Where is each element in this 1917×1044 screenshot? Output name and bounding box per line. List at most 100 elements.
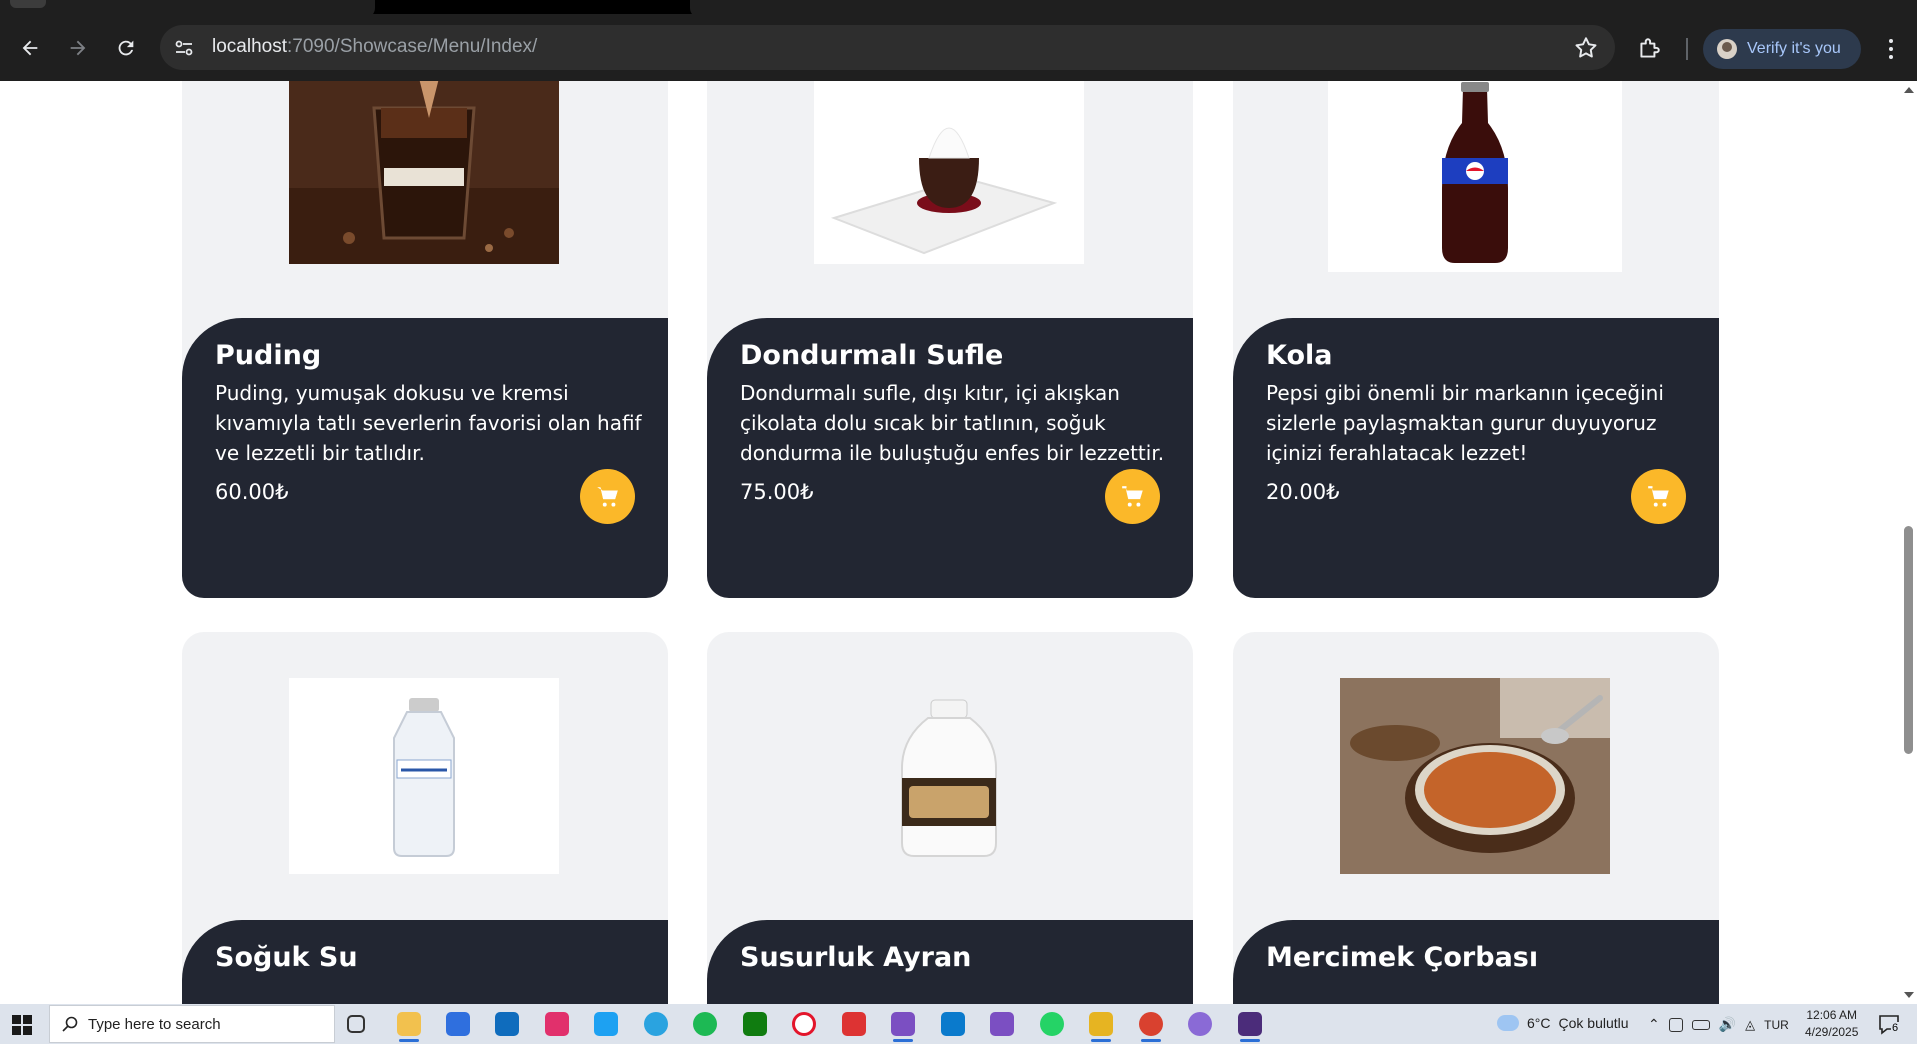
product-description: Puding, yumuşak dokusu ve kremsi kıvamıy… xyxy=(215,381,642,465)
page-scrollbar[interactable] xyxy=(1900,81,1917,1004)
product-card-body: Dondurmalı Sufle Dondurmalı sufle, dışı … xyxy=(707,318,1193,598)
notification-count: 6 xyxy=(1891,1022,1900,1034)
weather-temp: 6°C xyxy=(1527,1015,1551,1031)
windows-start-icon[interactable] xyxy=(12,1015,32,1035)
scrollbar-thumb[interactable] xyxy=(1904,526,1913,754)
network-icon[interactable]: ◬ xyxy=(1745,1017,1755,1033)
product-image xyxy=(289,81,559,264)
product-image xyxy=(1340,678,1610,874)
product-image xyxy=(1328,81,1622,272)
scroll-down-arrow-icon[interactable] xyxy=(1904,992,1914,998)
url-host: localhost xyxy=(212,36,287,57)
browser-menu-kebab-icon[interactable] xyxy=(1878,36,1904,62)
product-card: Mercimek Çorbası xyxy=(1233,632,1719,1004)
windows-taskbar: Type here to search 6°C Çok bulutlu ⌃ 🔊 … xyxy=(0,1004,1917,1044)
tab-favicon xyxy=(10,0,46,8)
add-to-cart-button[interactable] xyxy=(1631,469,1686,524)
file-explorer-icon[interactable] xyxy=(397,1012,421,1042)
taskbar-clock[interactable]: 12:06 AM 4/29/2025 xyxy=(1805,1007,1858,1041)
toolbar-separator xyxy=(1686,38,1688,60)
forward-arrow-icon xyxy=(70,40,86,56)
weather-widget[interactable]: 6°C Çok bulutlu xyxy=(1497,1015,1629,1031)
search-icon xyxy=(62,1016,78,1032)
product-card: Kola Pepsi gibi önemli bir markanın içec… xyxy=(1233,81,1719,598)
forward-button[interactable] xyxy=(63,33,93,63)
system-tray: ⌃ 🔊 ◬ TUR xyxy=(1648,1016,1789,1033)
product-image xyxy=(814,678,1084,874)
add-to-cart-button[interactable] xyxy=(580,469,635,524)
tab-strip xyxy=(0,0,1917,18)
volume-icon[interactable]: 🔊 xyxy=(1719,1016,1736,1033)
taskbar-search-box[interactable]: Type here to search xyxy=(49,1005,335,1043)
pepsi-glass-bottle-image xyxy=(1328,81,1622,272)
chrome-icon[interactable] xyxy=(1139,1012,1163,1042)
search-placeholder: Type here to search xyxy=(88,1015,221,1033)
address-bar[interactable]: localhost:7090/Showcase/Menu/Index/ xyxy=(160,25,1615,70)
clock-time: 12:06 AM xyxy=(1806,1008,1858,1022)
twitter-icon[interactable] xyxy=(594,1012,618,1036)
souffle-with-ice-cream-image xyxy=(814,81,1084,264)
product-description: Pepsi gibi önemli bir markanın içeceğini… xyxy=(1266,381,1664,465)
add-to-cart-button[interactable] xyxy=(1105,469,1160,524)
scroll-up-arrow-icon[interactable] xyxy=(1904,87,1914,93)
task-view-icon[interactable] xyxy=(347,1015,365,1033)
product-card-body: Susurluk Ayran xyxy=(707,920,1193,1004)
reload-button[interactable] xyxy=(111,33,141,63)
back-arrow-icon xyxy=(22,40,38,56)
visual-studio-preview-icon[interactable] xyxy=(990,1012,1014,1036)
extensions-puzzle-icon[interactable] xyxy=(1636,36,1662,62)
verify-profile-button[interactable]: Verify it's you xyxy=(1703,29,1861,69)
tray-app-icon[interactable] xyxy=(1668,1017,1683,1032)
chocolate-pudding-cup-image xyxy=(289,81,559,264)
product-card: Puding Puding, yumuşak dokusu ve kremsi … xyxy=(182,81,668,598)
cart-icon xyxy=(1647,485,1669,507)
product-card: Dondurmalı Sufle Dondurmalı sufle, dışı … xyxy=(707,81,1193,598)
product-card-body: Mercimek Çorbası xyxy=(1233,920,1719,1004)
telegram-icon[interactable] xyxy=(644,1012,668,1036)
whatsapp-icon[interactable] xyxy=(1040,1012,1064,1036)
xbox-icon[interactable] xyxy=(743,1012,767,1036)
url-text[interactable]: localhost:7090/Showcase/Menu/Index/ xyxy=(212,36,537,58)
product-name: Puding xyxy=(215,340,322,371)
chevron-up-icon[interactable]: ⌃ xyxy=(1648,1016,1660,1033)
product-price: 75.00₺ xyxy=(740,480,814,504)
back-button[interactable] xyxy=(15,33,45,63)
product-name: Soğuk Su xyxy=(215,942,358,973)
product-image xyxy=(289,678,559,874)
url-path: :7090/Showcase/Menu/Index/ xyxy=(287,36,538,57)
microsoft-store-icon[interactable] xyxy=(446,1012,470,1036)
site-info-icon[interactable] xyxy=(172,36,196,60)
product-price: 20.00₺ xyxy=(1266,480,1340,504)
instagram-icon[interactable] xyxy=(545,1012,569,1036)
product-name: Kola xyxy=(1266,340,1333,371)
bookmark-star-icon[interactable] xyxy=(1573,35,1599,61)
visual-studio-icon[interactable] xyxy=(891,1012,915,1042)
product-price: 60.00₺ xyxy=(215,480,289,504)
page-viewport: Puding Puding, yumuşak dokusu ve kremsi … xyxy=(0,81,1917,1004)
product-card: Susurluk Ayran xyxy=(707,632,1193,1004)
opera-icon[interactable] xyxy=(792,1012,816,1036)
terminal-icon[interactable] xyxy=(1238,1012,1262,1042)
reload-icon xyxy=(118,40,134,56)
product-card-body: Soğuk Su xyxy=(182,920,668,1004)
outlook-icon[interactable] xyxy=(495,1012,519,1036)
product-name: Dondurmalı Sufle xyxy=(740,340,1004,371)
app-icon-2[interactable] xyxy=(1089,1012,1113,1042)
cloud-icon xyxy=(1497,1015,1519,1031)
product-name: Susurluk Ayran xyxy=(740,942,972,973)
vs-code-icon[interactable] xyxy=(941,1012,965,1036)
cart-icon xyxy=(596,486,618,507)
cart-icon xyxy=(1121,485,1143,507)
app-icon-3[interactable] xyxy=(1188,1012,1212,1036)
browser-toolbar: localhost:7090/Showcase/Menu/Index/ Veri… xyxy=(0,14,1917,81)
notification-center-icon[interactable]: 6 xyxy=(1878,1013,1900,1035)
profile-avatar xyxy=(1717,39,1737,59)
spotify-icon[interactable] xyxy=(693,1012,717,1036)
app-icon[interactable] xyxy=(842,1012,866,1036)
product-name: Mercimek Çorbası xyxy=(1266,942,1539,973)
language-indicator[interactable]: TUR xyxy=(1764,1018,1789,1032)
battery-icon[interactable] xyxy=(1691,1019,1710,1030)
ayran-bottle-image xyxy=(814,678,1084,874)
weather-desc: Çok bulutlu xyxy=(1558,1015,1629,1031)
product-card-body: Kola Pepsi gibi önemli bir markanın içec… xyxy=(1233,318,1719,598)
